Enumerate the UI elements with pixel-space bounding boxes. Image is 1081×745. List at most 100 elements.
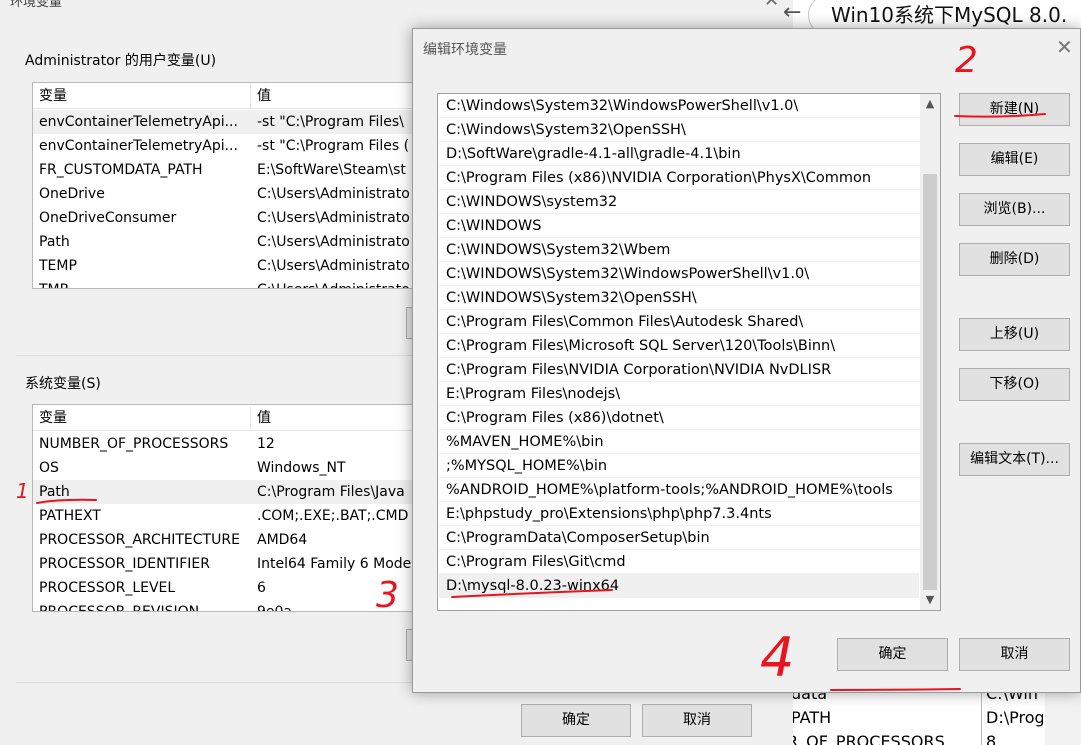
user-vars-group-label: Administrator 的用户变量(U): [25, 53, 217, 69]
list-item[interactable]: %ANDROID_HOME%\platform-tools;%ANDROID_H…: [439, 478, 919, 502]
table-row[interactable]: OS Windows_NT: [33, 456, 421, 480]
table-row[interactable]: TEMP C:\Users\Administrato: [33, 254, 421, 278]
var-name: Path: [39, 484, 70, 500]
list-item[interactable]: C:\WINDOWS\System32\Wbem: [439, 238, 919, 262]
edit-environment-variable-dialog: 编辑环境变量 ✕ C:\Windows\System32\WindowsPowe…: [412, 28, 1081, 693]
var-value: C:\Users\Administrato: [257, 210, 410, 226]
var-value: C:\Users\Administrato: [257, 186, 410, 202]
list-item[interactable]: C:\Windows\System32\WindowsPowerShell\v1…: [439, 94, 919, 118]
var-name: OneDrive: [39, 186, 105, 202]
ok-button[interactable]: 确定: [837, 638, 948, 671]
browser-article-table: data PATH R_OF_PROCESSORS C:\Win D:\Prog…: [793, 686, 1043, 745]
edit-button[interactable]: 编辑(E): [959, 143, 1070, 176]
table-row[interactable]: envContainerTelemetryApi... -st "C:\Prog…: [33, 134, 421, 158]
column-header-variable[interactable]: 变量: [33, 83, 67, 109]
cancel-button[interactable]: 取消: [959, 638, 1070, 671]
list-item[interactable]: C:\WINDOWS\System32\OpenSSH\: [439, 286, 919, 310]
var-name: TEMP: [39, 258, 77, 274]
user-vars-header: 变量 值: [33, 83, 421, 109]
var-name: PATHEXT: [39, 508, 101, 524]
back-arrow-icon[interactable]: ←: [783, 0, 801, 25]
table-row[interactable]: NUMBER_OF_PROCESSORS 12: [33, 432, 421, 456]
var-value: Intel64 Family 6 Mode: [257, 556, 412, 572]
list-item[interactable]: C:\Program Files\Common Files\Autodesk S…: [439, 310, 919, 334]
close-icon[interactable]: ✕: [764, 0, 779, 11]
var-name: OS: [39, 460, 59, 476]
table-row[interactable]: PROCESSOR_LEVEL 6: [33, 576, 421, 600]
env-window-title: 环境变量: [10, 0, 63, 10]
system-vars-header: 变量 值: [33, 405, 421, 431]
list-item[interactable]: D:\SoftWare\gradle-4.1-all\gradle-4.1\bi…: [439, 142, 919, 166]
column-header-value[interactable]: 值: [251, 405, 271, 431]
list-item[interactable]: C:\Program Files (x86)\NVIDIA Corporatio…: [439, 166, 919, 190]
list-item[interactable]: C:\WINDOWS\System32\WindowsPowerShell\v1…: [439, 262, 919, 286]
var-name: PROCESSOR_REVISION: [39, 604, 200, 612]
list-item[interactable]: C:\ProgramData\ComposerSetup\bin: [439, 526, 919, 550]
column-header-value[interactable]: 值: [251, 83, 271, 109]
scroll-up-icon[interactable]: ▲: [920, 94, 940, 114]
var-value: C:\Users\Administrato: [257, 278, 421, 288]
var-value: .COM;.EXE;.BAT;.CMD: [257, 508, 409, 524]
var-name: PROCESSOR_ARCHITECTURE: [39, 532, 240, 548]
article-value: D:\Prog: [986, 708, 1043, 727]
table-row[interactable]: envContainerTelemetryApi... -st "C:\Prog…: [33, 110, 421, 134]
var-value: -st "C:\Program Files (: [257, 138, 410, 154]
table-row[interactable]: PROCESSOR_ARCHITECTURE AMD64: [33, 528, 421, 552]
env-ok-button[interactable]: 确定: [521, 704, 631, 737]
browser-scroll-area: [1045, 686, 1081, 745]
system-vars-group-label: 系统变量(S): [25, 376, 101, 392]
var-name: envContainerTelemetryApi...: [39, 138, 238, 154]
list-item[interactable]: C:\Program Files\NVIDIA Corporation\NVID…: [439, 358, 919, 382]
table-row[interactable]: PROCESSOR_IDENTIFIER Intel64 Family 6 Mo…: [33, 552, 421, 576]
system-vars-list[interactable]: 变量 值 NUMBER_OF_PROCESSORS 12 OS Windows_…: [32, 404, 422, 612]
article-value: 8: [986, 732, 997, 745]
var-name: OneDriveConsumer: [39, 210, 177, 226]
table-row-path-selected[interactable]: Path C:\Program Files\Java: [33, 480, 421, 504]
var-value: -st "C:\Program Files\: [257, 114, 404, 130]
var-value: 6: [257, 580, 266, 596]
list-item[interactable]: C:\Windows\System32\OpenSSH\: [439, 118, 919, 142]
table-row[interactable]: FR_CUSTOMDATA_PATH E:\SoftWare\Steam\st: [33, 158, 421, 182]
list-item[interactable]: C:\Program Files\Microsoft SQL Server\12…: [439, 334, 919, 358]
var-name: NUMBER_OF_PROCESSORS: [39, 436, 229, 452]
table-row[interactable]: PROCESSOR_REVISION 9e0a: [33, 600, 421, 612]
var-name: PROCESSOR_IDENTIFIER: [39, 556, 210, 572]
var-value: C:\Users\Administrato: [257, 234, 410, 250]
delete-button[interactable]: 删除(D): [959, 243, 1070, 276]
table-row[interactable]: TMP C:\Users\Administrato: [33, 278, 421, 288]
new-button[interactable]: 新建(N): [959, 93, 1070, 126]
table-row[interactable]: PATHEXT .COM;.EXE;.BAT;.CMD: [33, 504, 421, 528]
list-item[interactable]: ;%MYSQL_HOME%\bin: [439, 454, 919, 478]
env-cancel-button[interactable]: 取消: [642, 704, 752, 737]
vertical-scrollbar[interactable]: ▲ ▼: [920, 94, 940, 610]
var-name: envContainerTelemetryApi...: [39, 114, 238, 130]
user-vars-list[interactable]: 变量 值 envContainerTelemetryApi... -st "C:…: [32, 82, 422, 289]
table-row[interactable]: Path C:\Users\Administrato: [33, 230, 421, 254]
close-icon[interactable]: ✕: [1056, 35, 1073, 59]
list-item[interactable]: C:\Program Files\Git\cmd: [439, 550, 919, 574]
var-value: 12: [257, 436, 275, 452]
list-item[interactable]: %MAVEN_HOME%\bin: [439, 430, 919, 454]
table-row[interactable]: OneDrive C:\Users\Administrato: [33, 182, 421, 206]
list-item[interactable]: E:\Program Files\nodejs\: [439, 382, 919, 406]
list-item[interactable]: E:\phpstudy_pro\Extensions\php\php7.3.4n…: [439, 502, 919, 526]
browse-button[interactable]: 浏览(B)...: [959, 193, 1070, 226]
var-value: Windows_NT: [257, 460, 346, 476]
list-item-selected-mysql[interactable]: D:\mysql-8.0.23-winx64: [439, 574, 919, 598]
list-item[interactable]: C:\WINDOWS: [439, 214, 919, 238]
var-name: TMP: [39, 278, 251, 288]
scroll-thumb[interactable]: [923, 174, 937, 590]
move-down-button[interactable]: 下移(O): [959, 368, 1070, 401]
var-value: E:\SoftWare\Steam\st: [257, 162, 406, 178]
var-value: C:\Program Files\Java: [257, 484, 405, 500]
var-value: C:\Users\Administrato: [257, 258, 410, 274]
list-item[interactable]: C:\Program Files (x86)\dotnet\: [439, 406, 919, 430]
table-row[interactable]: OneDriveConsumer C:\Users\Administrato: [33, 206, 421, 230]
article-row: R_OF_PROCESSORS: [793, 732, 945, 745]
list-item[interactable]: C:\WINDOWS\system32: [439, 190, 919, 214]
column-header-variable[interactable]: 变量: [33, 405, 67, 431]
path-list[interactable]: C:\Windows\System32\WindowsPowerShell\v1…: [437, 93, 941, 611]
edit-text-button[interactable]: 编辑文本(T)...: [959, 443, 1070, 476]
move-up-button[interactable]: 上移(U): [959, 318, 1070, 351]
scroll-down-icon[interactable]: ▼: [920, 590, 940, 610]
